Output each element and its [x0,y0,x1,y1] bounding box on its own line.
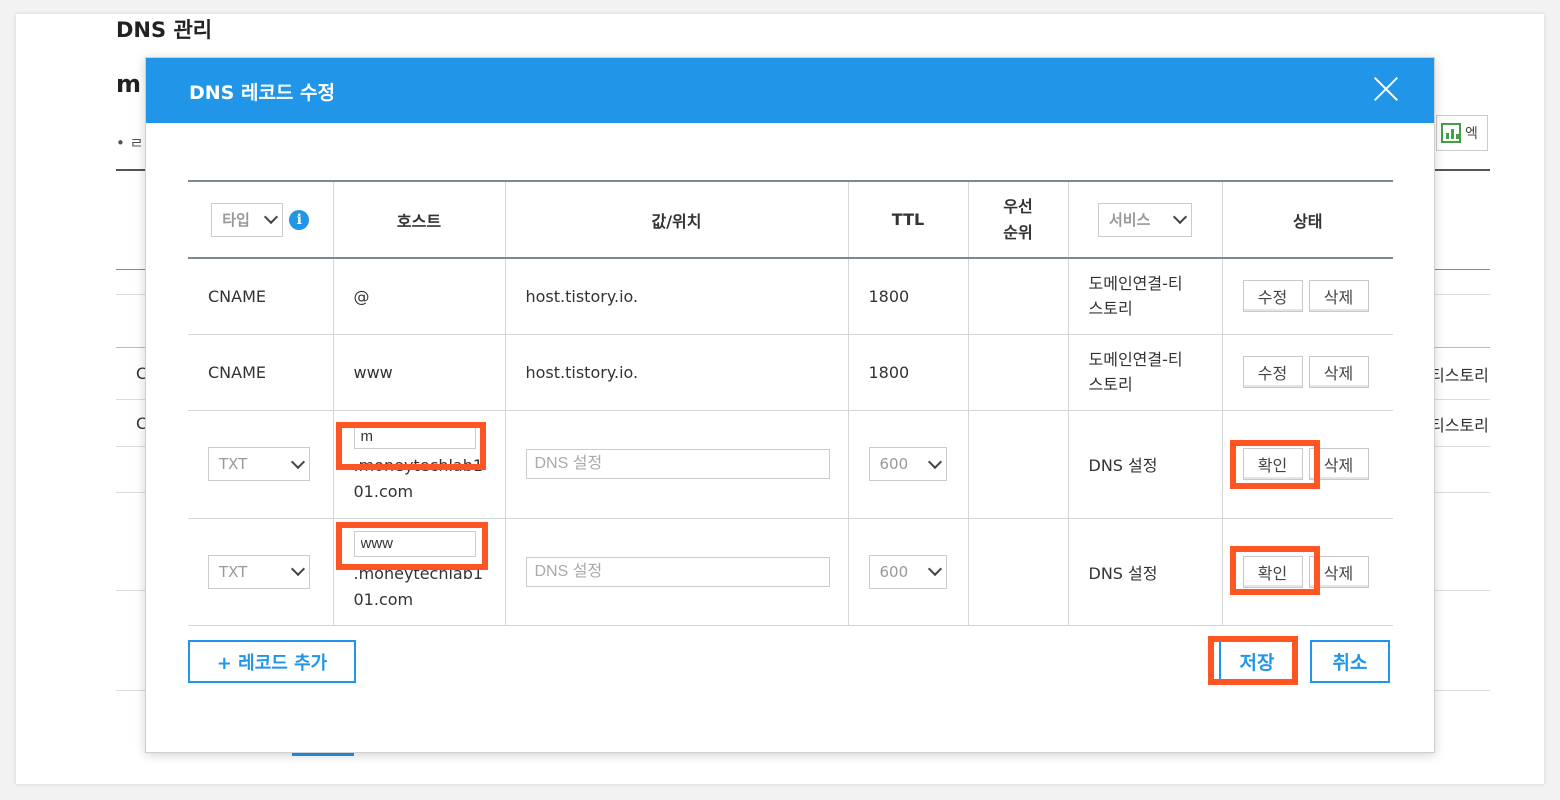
host-domain-suffix: 01.com [353,482,414,501]
host-cell: @ [332,258,505,335]
value-cell: host.tistory.io. [504,258,848,335]
confirm-button[interactable]: 확인 [1242,555,1303,588]
type-filter-select[interactable]: 타입 [211,202,284,237]
priority-cell [967,410,1068,519]
priority-label-2: 순위 [1003,222,1033,242]
ttl-value: 600 [879,455,909,473]
host-input[interactable] [353,530,476,557]
status-cell: 수정 삭제 [1221,258,1393,335]
record-type-select[interactable]: TXT [208,554,310,589]
type-cell: CNAME [188,258,333,335]
record-type-value: TXT [219,562,248,581]
ttl-cell: 600 [847,518,968,626]
chevron-down-icon [927,454,942,469]
service-label: 스토리 [1088,299,1133,319]
dns-record-table: 타입 i 호스트 값/위치 TTL 우선 순위 서비스 상태 CNAME @ h… [188,180,1393,626]
ttl-select[interactable]: 600 [868,447,947,481]
priority-cell [967,334,1068,411]
type-header: 타입 i [188,181,333,259]
chevron-down-icon [290,454,306,469]
tab-fragment[interactable]: • ㄹ [116,132,143,153]
delete-button[interactable]: 삭제 [1308,280,1369,313]
value-input[interactable] [525,449,830,479]
record-type-select[interactable]: TXT [208,447,310,481]
modal-header: DNS 레코드 수정 [146,58,1434,123]
ttl-cell: 1800 [847,258,968,335]
value-header: 값/위치 [504,181,848,259]
edit-button[interactable]: 수정 [1242,356,1303,388]
service-fragment: 티스토리 [1430,366,1489,385]
table-header-row: 타입 i 호스트 값/위치 TTL 우선 순위 서비스 상태 [188,181,1393,259]
type-cell: TXT [188,410,333,519]
service-cell: DNS 설정 [1067,518,1222,626]
type-cell: TXT [188,518,333,626]
type-cell: CNAME [188,334,333,411]
save-button[interactable]: 저장 [1219,640,1295,683]
priority-label-1: 우선 [1003,196,1033,216]
priority-header: 우선 순위 [967,181,1068,259]
chevron-down-icon [927,561,942,577]
edit-row: TXT .moneytechlab1 01.com 600 [188,518,1393,626]
service-label: 스토리 [1088,375,1133,394]
status-cell: 수정 삭제 [1221,334,1393,411]
ttl-value: 600 [879,562,909,581]
service-fragment: 티스토리 [1430,416,1489,435]
delete-button[interactable]: 삭제 [1308,448,1369,480]
service-label: 도메인연결-티 [1088,350,1183,369]
excel-button[interactable]: 엑 [1436,115,1488,151]
service-header: 서비스 [1067,181,1222,259]
value-cell [504,410,848,519]
delete-button[interactable]: 삭제 [1308,555,1369,588]
modal-title: DNS 레코드 수정 [189,82,335,104]
add-record-button[interactable]: + 레코드 추가 [188,640,356,683]
host-cell: www [332,334,505,411]
chevron-down-icon [1172,209,1188,225]
host-cell: .moneytechlab1 01.com [332,410,505,519]
host-input[interactable] [353,423,476,449]
host-domain-suffix: .moneytechlab1 [353,456,484,475]
service-filter-select[interactable]: 서비스 [1098,202,1192,237]
table-row: CNAME @ host.tistory.io. 1800 도메인연결-티 스토… [188,258,1393,335]
dns-record-edit-modal: DNS 레코드 수정 타입 i 호스트 값/위치 TTL 우선 순위 서비스 상… [145,57,1435,753]
value-cell: host.tistory.io. [504,334,848,411]
status-header: 상태 [1221,181,1393,259]
ttl-select[interactable]: 600 [868,554,947,589]
table-row: CNAME www host.tistory.io. 1800 도메인연결-티 … [188,334,1393,411]
ttl-header: TTL [847,181,968,259]
cancel-button[interactable]: 취소 [1310,640,1390,683]
service-label: 도메인연결-티 [1088,274,1183,294]
service-cell: 도메인연결-티 스토리 [1067,258,1222,335]
edit-button[interactable]: 수정 [1242,280,1303,313]
type-filter-label: 타입 [222,211,250,229]
host-domain-suffix: 01.com [353,589,414,609]
value-cell [504,518,848,626]
page-title: DNS 관리 [116,18,213,42]
host-header: 호스트 [332,181,505,259]
status-cell: 확인 삭제 [1221,410,1393,519]
chart-icon [1441,123,1461,143]
ttl-cell: 1800 [847,334,968,411]
service-cell: DNS 설정 [1067,410,1222,519]
domain-title: m [116,70,142,98]
delete-button[interactable]: 삭제 [1308,356,1369,388]
host-domain-suffix: .moneytechlab1 [353,563,484,583]
value-input[interactable] [525,556,830,587]
chevron-down-icon [290,561,306,577]
host-cell: .moneytechlab1 01.com [332,518,505,626]
priority-cell [967,518,1068,626]
service-filter-label: 서비스 [1109,211,1151,229]
record-type-value: TXT [219,455,248,473]
status-cell: 확인 삭제 [1221,518,1393,626]
chevron-down-icon [264,209,279,225]
service-cell: 도메인연결-티 스토리 [1067,334,1222,411]
excel-button-label: 엑 [1465,126,1478,142]
confirm-button[interactable]: 확인 [1242,448,1303,480]
close-icon[interactable] [1366,72,1406,108]
edit-row: TXT .moneytechlab1 01.com 600 [188,410,1393,519]
ttl-cell: 600 [847,410,968,519]
priority-cell [967,258,1068,335]
info-icon[interactable]: i [289,209,310,230]
